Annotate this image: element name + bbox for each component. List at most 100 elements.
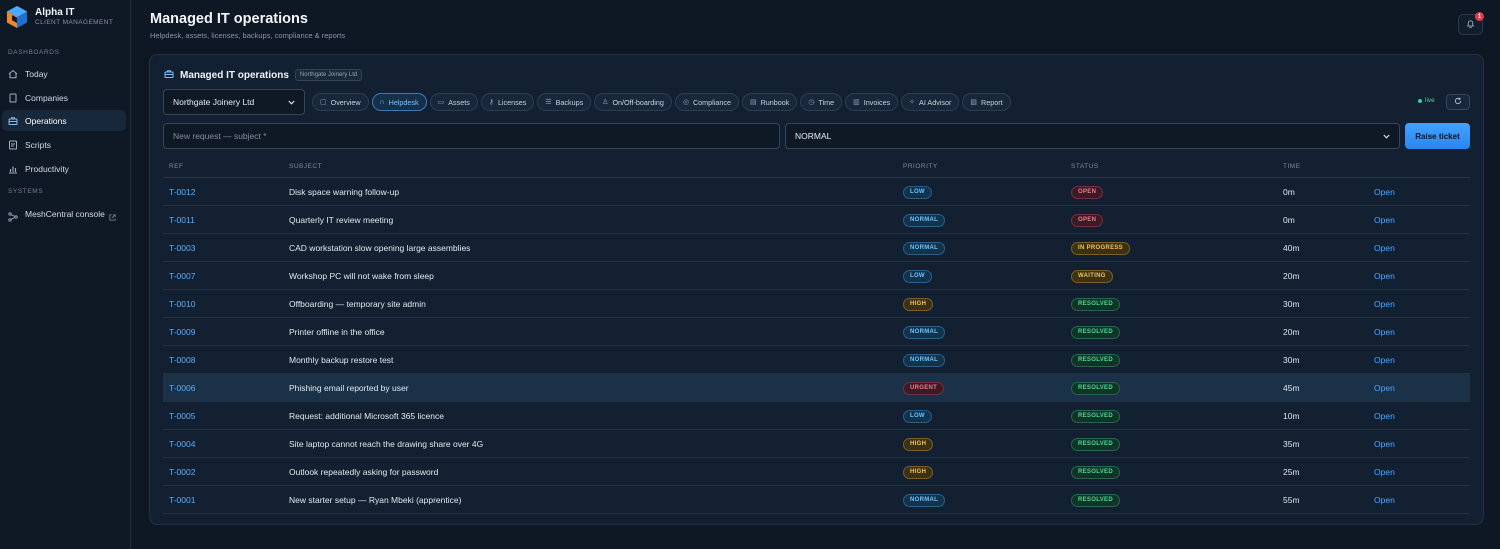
tab-onoff-boarding[interactable]: ♙ On/Off-boarding xyxy=(594,93,672,111)
refresh-button[interactable] xyxy=(1446,94,1470,110)
open-ticket-link[interactable]: Open xyxy=(1374,458,1395,486)
open-ticket-link[interactable]: Open xyxy=(1374,402,1395,430)
open-ticket-link[interactable]: Open xyxy=(1374,206,1395,234)
company-select[interactable]: Northgate Joinery Ltd xyxy=(163,89,305,115)
ticket-subject: Quarterly IT review meeting xyxy=(289,215,394,225)
tab-compliance[interactable]: ◎ Compliance xyxy=(674,93,739,111)
table-row[interactable]: T-0012 Disk space warning follow-up LOW OPE… xyxy=(163,178,1470,206)
tab-backups[interactable]: ☰ Backups xyxy=(537,93,592,111)
sidebar-item-meshcentral[interactable]: MeshCentral console xyxy=(2,206,126,234)
open-ticket-link[interactable]: Open xyxy=(1374,374,1395,402)
table-row[interactable]: T-0006 Phishing email reported by user URG… xyxy=(163,374,1470,402)
open-ticket-link[interactable]: Open xyxy=(1374,318,1395,346)
table-row[interactable]: T-0009 Printer offline in the office NORMA… xyxy=(163,318,1470,346)
status-badge: RESOLVED xyxy=(1071,437,1120,451)
status-badge: RESOLVED xyxy=(1071,325,1120,339)
table-row[interactable]: T-0008 Monthly backup restore test NORMAL R… xyxy=(163,346,1470,374)
dashboards-section-label: DASHBOARDS xyxy=(8,49,60,56)
tickets-table: REF SUBJECT PRIORITY STATUS TIME T-0012 D… xyxy=(163,159,1470,514)
ticket-ref[interactable]: T-0005 xyxy=(169,402,195,430)
headset-icon: ∩ xyxy=(379,98,385,106)
open-ticket-link[interactable]: Open xyxy=(1374,178,1395,206)
status-cell: RESOLVED xyxy=(1071,430,1120,458)
ticket-time: 55m xyxy=(1283,495,1300,505)
table-row[interactable]: T-0002 Outlook repeatedly asking for pass… xyxy=(163,458,1470,486)
tab-overview[interactable]: ▢ Overview xyxy=(312,93,369,111)
sidebar-item-label: Today xyxy=(25,68,48,79)
brand[interactable]: Alpha IT CLIENT MANAGEMENT xyxy=(6,5,126,29)
tab-assets[interactable]: ▭ Assets xyxy=(429,93,478,111)
ticket-ref[interactable]: T-0006 xyxy=(169,374,195,402)
page-title: Managed IT operations xyxy=(150,11,308,27)
tab-helpdesk[interactable]: ∩ Helpdesk xyxy=(371,93,427,111)
table-row[interactable]: T-0007 Workshop PC will not wake from sle… xyxy=(163,262,1470,290)
priority-badge: NORMAL xyxy=(903,241,946,255)
sidebar-item-scripts[interactable]: Scripts xyxy=(2,134,126,155)
sidebar-item-productivity[interactable]: Productivity xyxy=(2,158,126,179)
network-icon xyxy=(8,212,18,222)
operations-tabs: ▢ Overview ∩ Helpdesk ▭ Assets ⚷ Licenses ☰ B… xyxy=(312,93,1011,111)
ticket-time: 10m xyxy=(1283,411,1300,421)
database-icon: ☰ xyxy=(545,99,552,106)
tab-label: AI Advisor xyxy=(919,97,952,107)
bar-chart-icon xyxy=(8,164,18,174)
table-row[interactable]: T-0010 Offboarding — temporary site admin… xyxy=(163,290,1470,318)
table-body: T-0012 Disk space warning follow-up LOW OPE… xyxy=(163,178,1470,514)
company-select-value: Northgate Joinery Ltd xyxy=(173,97,255,107)
tab-runbook[interactable]: ▤ Runbook xyxy=(741,93,798,111)
ticket-ref[interactable]: T-0010 xyxy=(169,290,195,318)
status-cell: RESOLVED xyxy=(1071,290,1120,318)
open-ticket-link[interactable]: Open xyxy=(1374,234,1395,262)
sidebar-item-label: Operations xyxy=(25,115,67,126)
table-row[interactable]: T-0003 CAD workstation slow opening large… xyxy=(163,234,1470,262)
table-row[interactable]: T-0011 Quarterly IT review meeting NORMAL O… xyxy=(163,206,1470,234)
table-header: REF SUBJECT PRIORITY STATUS TIME xyxy=(163,159,1470,178)
ticket-time: 0m xyxy=(1283,187,1295,197)
ticket-ref[interactable]: T-0012 xyxy=(169,178,195,206)
ticket-time: 35m xyxy=(1283,439,1300,449)
open-ticket-link[interactable]: Open xyxy=(1374,262,1395,290)
invoice-icon: ▥ xyxy=(853,99,860,106)
priority-cell: HIGH xyxy=(903,430,934,458)
tab-time[interactable]: ◷ Time xyxy=(800,93,843,111)
open-ticket-link[interactable]: Open xyxy=(1374,430,1395,458)
ticket-ref[interactable]: T-0003 xyxy=(169,234,195,262)
tab-report[interactable]: ▧ Report xyxy=(962,93,1011,111)
table-row[interactable]: T-0001 New starter setup — Ryan Mbeki (ap… xyxy=(163,486,1470,514)
new-request-input[interactable] xyxy=(163,123,780,149)
home-icon xyxy=(8,69,18,79)
document-icon xyxy=(8,93,18,103)
ticket-time: 30m xyxy=(1283,299,1300,309)
open-ticket-link[interactable]: Open xyxy=(1374,346,1395,374)
tab-label: Backups xyxy=(555,97,584,107)
tab-ai-advisor[interactable]: ✧ AI Advisor xyxy=(901,93,960,111)
ticket-ref[interactable]: T-0004 xyxy=(169,430,195,458)
raise-ticket-button[interactable]: Raise ticket xyxy=(1405,123,1470,149)
table-row[interactable]: T-0004 Site laptop cannot reach the drawi… xyxy=(163,430,1470,458)
ticket-ref[interactable]: T-0009 xyxy=(169,318,195,346)
table-row[interactable]: T-0005 Request: additional Microsoft 365 … xyxy=(163,402,1470,430)
sidebar-item-label: Scripts xyxy=(25,139,51,150)
priority-select[interactable]: NORMAL xyxy=(785,123,1400,149)
open-ticket-link[interactable]: Open xyxy=(1374,486,1395,514)
priority-cell: HIGH xyxy=(903,290,934,318)
sparkle-icon: ✧ xyxy=(909,99,916,106)
sidebar-item-operations[interactable]: Operations xyxy=(2,110,126,131)
brand-name: Alpha IT xyxy=(35,7,75,18)
ticket-ref[interactable]: T-0002 xyxy=(169,458,195,486)
ticket-ref[interactable]: T-0008 xyxy=(169,346,195,374)
status-cell: RESOLVED xyxy=(1071,458,1120,486)
ticket-ref[interactable]: T-0011 xyxy=(169,206,195,234)
ticket-ref[interactable]: T-0007 xyxy=(169,262,195,290)
priority-badge: HIGH xyxy=(903,437,934,451)
tab-invoices[interactable]: ▥ Invoices xyxy=(845,93,899,111)
ticket-subject: Offboarding — temporary site admin xyxy=(289,299,426,309)
sidebar-item-companies[interactable]: Companies xyxy=(2,87,126,108)
tab-licenses[interactable]: ⚷ Licenses xyxy=(480,93,535,111)
ticket-time: 25m xyxy=(1283,467,1300,477)
ticket-ref[interactable]: T-0001 xyxy=(169,486,195,514)
priority-badge: LOW xyxy=(903,185,932,199)
sidebar-item-today[interactable]: Today xyxy=(2,63,126,84)
open-ticket-link[interactable]: Open xyxy=(1374,290,1395,318)
status-cell: OPEN xyxy=(1071,206,1104,234)
